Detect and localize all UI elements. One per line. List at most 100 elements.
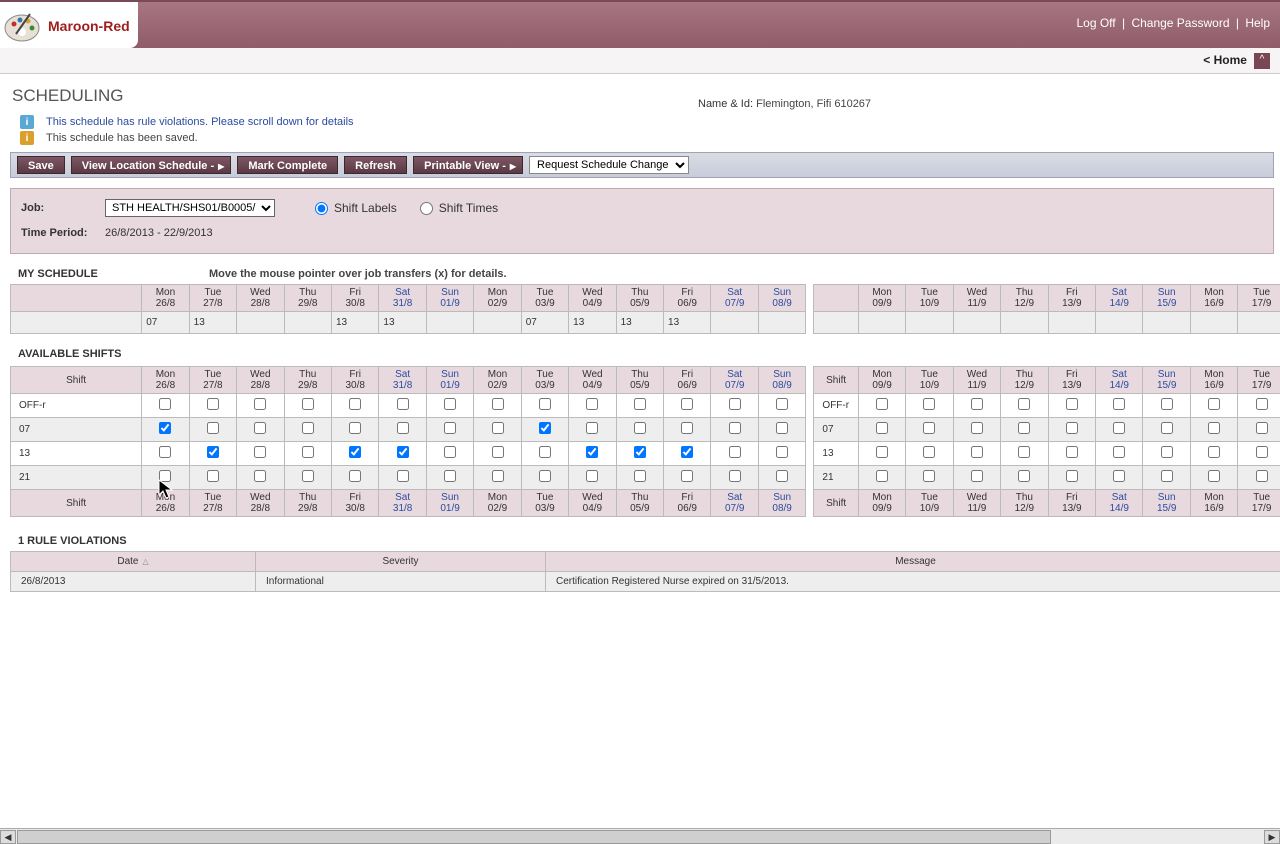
shift-checkbox[interactable] — [159, 470, 171, 482]
shift-checkbox[interactable] — [492, 446, 504, 458]
shift-checkbox[interactable] — [876, 398, 888, 410]
shift-checkbox[interactable] — [539, 398, 551, 410]
shift-checkbox[interactable] — [729, 446, 741, 458]
shift-checkbox[interactable] — [302, 398, 314, 410]
shift-checkbox[interactable] — [586, 446, 598, 458]
shift-checkbox[interactable] — [1161, 422, 1173, 434]
shift-checkbox[interactable] — [1113, 398, 1125, 410]
shift-checkbox[interactable] — [1018, 446, 1030, 458]
scroll-left-icon[interactable]: ◀ — [0, 830, 16, 844]
rv-date-col[interactable]: Date△ — [11, 552, 256, 572]
shift-checkbox[interactable] — [1066, 422, 1078, 434]
shift-checkbox[interactable] — [634, 470, 646, 482]
shift-checkbox[interactable] — [539, 470, 551, 482]
shift-checkbox[interactable] — [492, 422, 504, 434]
shift-checkbox[interactable] — [539, 446, 551, 458]
shift-checkbox[interactable] — [302, 446, 314, 458]
shift-checkbox[interactable] — [681, 422, 693, 434]
home-up-icon[interactable]: ^ — [1254, 53, 1270, 69]
shift-checkbox[interactable] — [876, 470, 888, 482]
printable-view-button[interactable]: Printable View -▶ — [413, 156, 523, 174]
shift-checkbox[interactable] — [776, 398, 788, 410]
violations-message-link[interactable]: This schedule has rule violations. Pleas… — [46, 116, 354, 128]
shift-checkbox[interactable] — [254, 422, 266, 434]
shift-checkbox[interactable] — [923, 398, 935, 410]
shift-checkbox[interactable] — [1256, 422, 1268, 434]
change-password-link[interactable]: Change Password — [1131, 16, 1229, 30]
view-location-button[interactable]: View Location Schedule -▶ — [71, 156, 232, 174]
shift-checkbox[interactable] — [681, 398, 693, 410]
shift-checkbox[interactable] — [729, 422, 741, 434]
shift-checkbox[interactable] — [971, 398, 983, 410]
shift-checkbox[interactable] — [971, 422, 983, 434]
scroll-thumb[interactable] — [17, 830, 1051, 844]
shift-checkbox[interactable] — [444, 470, 456, 482]
shift-checkbox[interactable] — [349, 446, 361, 458]
shift-checkbox[interactable] — [1208, 446, 1220, 458]
scroll-right-icon[interactable]: ▶ — [1264, 830, 1280, 844]
shift-times-radio[interactable]: Shift Times — [420, 201, 498, 215]
shift-checkbox[interactable] — [207, 398, 219, 410]
shift-checkbox[interactable] — [729, 470, 741, 482]
shift-checkbox[interactable] — [444, 422, 456, 434]
shift-checkbox[interactable] — [1018, 470, 1030, 482]
shift-checkbox[interactable] — [444, 446, 456, 458]
shift-checkbox[interactable] — [1066, 470, 1078, 482]
shift-checkbox[interactable] — [349, 470, 361, 482]
shift-checkbox[interactable] — [159, 446, 171, 458]
shift-checkbox[interactable] — [254, 470, 266, 482]
shift-checkbox[interactable] — [776, 446, 788, 458]
mark-complete-button[interactable]: Mark Complete — [237, 156, 338, 174]
shift-checkbox[interactable] — [1256, 446, 1268, 458]
home-link[interactable]: < Home — [1203, 53, 1247, 67]
shift-checkbox[interactable] — [1113, 446, 1125, 458]
request-change-select[interactable]: Request Schedule Change — [529, 156, 689, 174]
shift-checkbox[interactable] — [1161, 470, 1173, 482]
shift-checkbox[interactable] — [776, 422, 788, 434]
shift-checkbox[interactable] — [971, 470, 983, 482]
shift-checkbox[interactable] — [586, 398, 598, 410]
shift-checkbox[interactable] — [302, 470, 314, 482]
shift-checkbox[interactable] — [492, 398, 504, 410]
shift-checkbox[interactable] — [923, 446, 935, 458]
shift-checkbox[interactable] — [776, 470, 788, 482]
shift-checkbox[interactable] — [876, 422, 888, 434]
shift-checkbox[interactable] — [1161, 446, 1173, 458]
shift-checkbox[interactable] — [397, 422, 409, 434]
shift-checkbox[interactable] — [1208, 470, 1220, 482]
shift-checkbox[interactable] — [492, 470, 504, 482]
shift-labels-radio[interactable]: Shift Labels — [315, 201, 397, 215]
shift-checkbox[interactable] — [159, 422, 171, 434]
job-select[interactable]: STH HEALTH/SHS01/B0005/RN — [105, 199, 275, 217]
help-link[interactable]: Help — [1245, 16, 1270, 30]
refresh-button[interactable]: Refresh — [344, 156, 407, 174]
shift-checkbox[interactable] — [539, 422, 551, 434]
shift-checkbox[interactable] — [254, 398, 266, 410]
shift-checkbox[interactable] — [729, 398, 741, 410]
shift-checkbox[interactable] — [254, 446, 266, 458]
shift-checkbox[interactable] — [397, 446, 409, 458]
shift-checkbox[interactable] — [1018, 422, 1030, 434]
save-button[interactable]: Save — [17, 156, 65, 174]
shift-checkbox[interactable] — [923, 422, 935, 434]
shift-checkbox[interactable] — [207, 470, 219, 482]
shift-checkbox[interactable] — [923, 470, 935, 482]
shift-checkbox[interactable] — [302, 422, 314, 434]
shift-checkbox[interactable] — [634, 446, 646, 458]
shift-checkbox[interactable] — [1256, 398, 1268, 410]
shift-checkbox[interactable] — [1208, 398, 1220, 410]
shift-checkbox[interactable] — [586, 470, 598, 482]
shift-checkbox[interactable] — [1256, 470, 1268, 482]
shift-checkbox[interactable] — [1113, 470, 1125, 482]
shift-checkbox[interactable] — [349, 398, 361, 410]
shift-checkbox[interactable] — [444, 398, 456, 410]
shift-checkbox[interactable] — [1018, 398, 1030, 410]
shift-checkbox[interactable] — [1161, 398, 1173, 410]
shift-checkbox[interactable] — [1066, 446, 1078, 458]
shift-checkbox[interactable] — [1066, 398, 1078, 410]
shift-checkbox[interactable] — [586, 422, 598, 434]
rv-severity-col[interactable]: Severity — [256, 552, 546, 572]
horizontal-scrollbar[interactable]: ◀ ▶ — [0, 828, 1280, 844]
shift-checkbox[interactable] — [681, 446, 693, 458]
shift-checkbox[interactable] — [681, 470, 693, 482]
